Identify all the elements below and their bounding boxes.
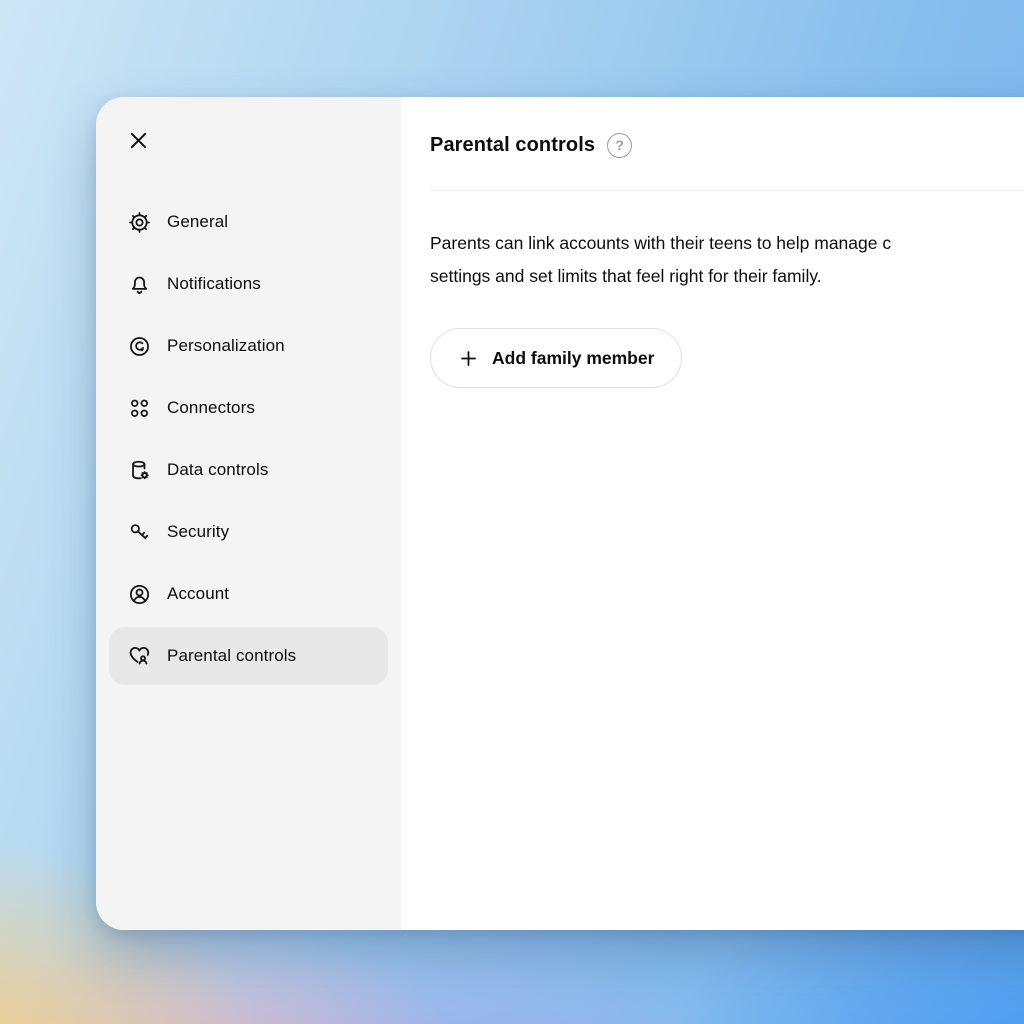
sidebar-item-notifications[interactable]: Notifications <box>109 255 388 313</box>
personalization-icon <box>126 333 152 359</box>
sidebar-item-label: Notifications <box>167 274 261 294</box>
sidebar-item-security[interactable]: Security <box>109 503 388 561</box>
description-line-1: Parents can link accounts with their tee… <box>430 227 1024 260</box>
pane-header: Parental controls ? <box>430 131 1024 159</box>
sidebar-item-personalization[interactable]: Personalization <box>109 317 388 375</box>
sidebar-item-label: Account <box>167 584 229 604</box>
header-divider <box>430 190 1024 191</box>
page-title: Parental controls <box>430 134 595 157</box>
description-text: Parents can link accounts with their tee… <box>430 227 1024 293</box>
parental-controls-pane: Parental controls ? Parents can link acc… <box>401 97 1024 930</box>
connectors-icon <box>126 395 152 421</box>
gear-icon <box>126 209 152 235</box>
description-line-2: settings and set limits that feel right … <box>430 260 1024 293</box>
settings-dialog: General Notifications <box>96 97 1024 930</box>
sidebar-item-label: General <box>167 212 228 232</box>
plus-icon <box>458 348 479 369</box>
sidebar-item-label: Data controls <box>167 460 268 480</box>
settings-sidebar: General Notifications <box>96 97 401 930</box>
sidebar-item-label: Parental controls <box>167 646 296 666</box>
sidebar-item-account[interactable]: Account <box>109 565 388 623</box>
key-icon <box>126 519 152 545</box>
sidebar-item-label: Personalization <box>167 336 285 356</box>
add-family-member-label: Add family member <box>492 348 654 369</box>
add-family-member-button[interactable]: Add family member <box>430 328 682 388</box>
close-icon <box>127 129 150 152</box>
close-button[interactable] <box>122 124 154 156</box>
sidebar-item-label: Security <box>167 522 229 542</box>
bell-icon <box>126 271 152 297</box>
sidebar-item-data-controls[interactable]: Data controls <box>109 441 388 499</box>
settings-nav: General Notifications <box>109 193 388 689</box>
sidebar-item-label: Connectors <box>167 398 255 418</box>
help-icon[interactable]: ? <box>607 133 632 158</box>
sidebar-item-parental-controls[interactable]: Parental controls <box>109 627 388 685</box>
database-gear-icon <box>126 457 152 483</box>
sidebar-item-connectors[interactable]: Connectors <box>109 379 388 437</box>
user-circle-icon <box>126 581 152 607</box>
heart-person-icon <box>126 643 152 669</box>
desktop-background: { "window": { "close_label": "close" }, … <box>0 0 1024 1024</box>
sidebar-item-general[interactable]: General <box>109 193 388 251</box>
